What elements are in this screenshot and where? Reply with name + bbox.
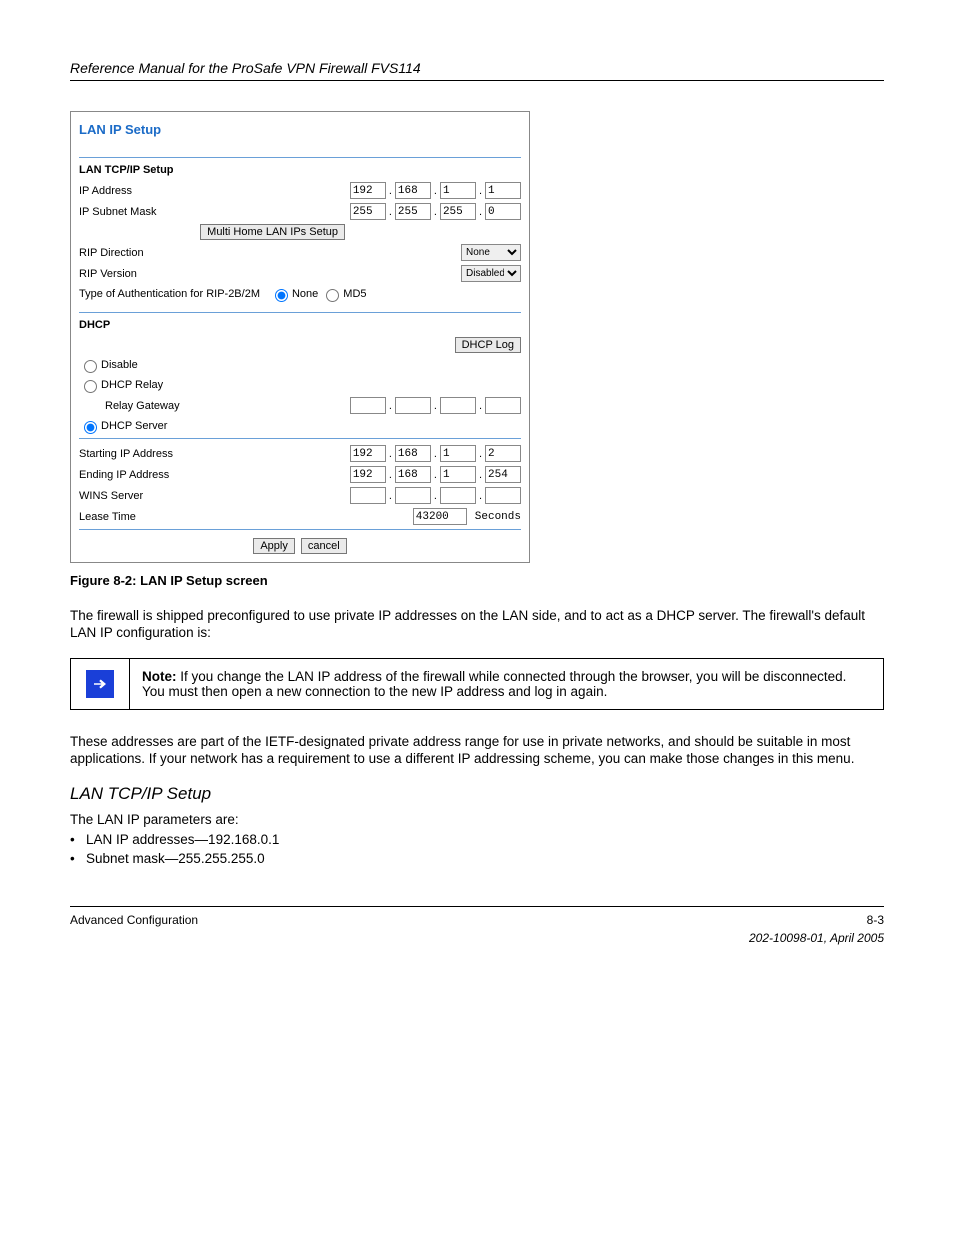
subnet-label: IP Subnet Mask (79, 206, 279, 218)
divider (79, 529, 521, 530)
dot: . (433, 469, 438, 481)
dot: . (478, 206, 483, 218)
footer-right: 202-10098-01, April 2005 (70, 931, 884, 945)
subnet-octet-2[interactable] (395, 203, 431, 220)
relay-gateway-label: Relay Gateway (79, 400, 305, 412)
rip-version-label: RIP Version (79, 268, 279, 280)
rip-version-select[interactable]: Disabled (461, 265, 521, 282)
subnet-octet-3[interactable] (440, 203, 476, 220)
subnet-octet-1[interactable] (350, 203, 386, 220)
arrow-right-icon (86, 670, 114, 698)
dot: . (388, 206, 393, 218)
dot: . (388, 448, 393, 460)
divider (79, 312, 521, 313)
section-lan-tcpip: LAN TCP/IP Setup (79, 164, 521, 176)
page-header: Reference Manual for the ProSafe VPN Fir… (70, 60, 884, 81)
dhcp-log-button[interactable]: DHCP Log (455, 337, 521, 353)
note-box: Note: If you change the LAN IP address o… (70, 658, 884, 710)
bullet-text: LAN IP addresses—192.168.0.1 (86, 832, 279, 847)
dot: . (478, 185, 483, 197)
dot: . (478, 400, 483, 412)
auth-md5-label: MD5 (343, 288, 366, 300)
subnet-octet-4[interactable] (485, 203, 521, 220)
divider (79, 157, 521, 158)
divider (79, 438, 521, 439)
dhcp-disable-radio[interactable] (84, 360, 97, 373)
dot: . (478, 448, 483, 460)
bullet-text: Subnet mask—255.255.255.0 (86, 851, 265, 866)
multi-home-button[interactable]: Multi Home LAN IPs Setup (200, 224, 345, 240)
section-dhcp: DHCP (79, 319, 521, 331)
ip-octet-4[interactable] (485, 182, 521, 199)
figure-caption: Figure 8-2: LAN IP Setup screen (70, 573, 884, 588)
apply-button[interactable]: Apply (253, 538, 295, 554)
auth-none-radio[interactable] (275, 289, 288, 302)
dot: . (388, 469, 393, 481)
end-ip-label: Ending IP Address (79, 469, 279, 481)
footer-page: 8-3 (867, 913, 884, 927)
dot: . (433, 206, 438, 218)
footer-left: Advanced Configuration (70, 913, 867, 927)
wins-octet-1[interactable] (350, 487, 386, 504)
wins-octet-4[interactable] (485, 487, 521, 504)
relay-gw-octet-1[interactable] (350, 397, 386, 414)
auth-label: Type of Authentication for RIP-2B/2M (79, 288, 260, 300)
screenshot-panel: LAN IP Setup LAN TCP/IP Setup IP Address… (70, 111, 530, 563)
rip-direction-label: RIP Direction (79, 247, 279, 259)
ip-octet-1[interactable] (350, 182, 386, 199)
dot: . (433, 185, 438, 197)
page-footer: Advanced Configuration 8-3 (70, 906, 884, 927)
end-ip-octet-1[interactable] (350, 466, 386, 483)
dot: . (433, 400, 438, 412)
auth-none-label: None (292, 288, 318, 300)
body-paragraph: These addresses are part of the IETF-des… (70, 734, 884, 768)
subsection-heading: LAN TCP/IP Setup (70, 784, 884, 804)
dhcp-relay-label: DHCP Relay (101, 379, 163, 391)
start-ip-octet-3[interactable] (440, 445, 476, 462)
end-ip-octet-4[interactable] (485, 466, 521, 483)
start-ip-label: Starting IP Address (79, 448, 279, 460)
lease-time-input[interactable] (413, 508, 467, 525)
dot: . (478, 490, 483, 502)
cancel-button[interactable]: cancel (301, 538, 347, 554)
wins-label: WINS Server (79, 490, 279, 502)
bullet-icon: • (70, 832, 86, 847)
relay-gw-octet-4[interactable] (485, 397, 521, 414)
dhcp-server-label: DHCP Server (101, 420, 167, 432)
auth-md5-radio[interactable] (326, 289, 339, 302)
dhcp-server-radio[interactable] (84, 421, 97, 434)
start-ip-octet-2[interactable] (395, 445, 431, 462)
bullet-icon: • (70, 851, 86, 866)
end-ip-octet-3[interactable] (440, 466, 476, 483)
lease-time-label: Lease Time (79, 511, 279, 523)
wins-octet-3[interactable] (440, 487, 476, 504)
dot: . (433, 490, 438, 502)
body-paragraph: The LAN IP parameters are: (70, 812, 884, 829)
ip-address-label: IP Address (79, 185, 279, 197)
relay-gw-octet-2[interactable] (395, 397, 431, 414)
dot: . (388, 490, 393, 502)
start-ip-octet-1[interactable] (350, 445, 386, 462)
body-paragraph: The firewall is shipped preconfigured to… (70, 608, 884, 642)
dot: . (388, 400, 393, 412)
ip-octet-2[interactable] (395, 182, 431, 199)
relay-gw-octet-3[interactable] (440, 397, 476, 414)
dhcp-disable-label: Disable (101, 359, 138, 371)
note-bold: Note: (142, 669, 180, 684)
dhcp-relay-radio[interactable] (84, 380, 97, 393)
end-ip-octet-2[interactable] (395, 466, 431, 483)
dot: . (388, 185, 393, 197)
note-text: If you change the LAN IP address of the … (142, 669, 846, 699)
dot: . (478, 469, 483, 481)
wins-octet-2[interactable] (395, 487, 431, 504)
dot: . (433, 448, 438, 460)
ip-octet-3[interactable] (440, 182, 476, 199)
lease-time-units: Seconds (475, 511, 521, 523)
panel-title: LAN IP Setup (79, 122, 521, 137)
start-ip-octet-4[interactable] (485, 445, 521, 462)
rip-direction-select[interactable]: None (461, 244, 521, 261)
